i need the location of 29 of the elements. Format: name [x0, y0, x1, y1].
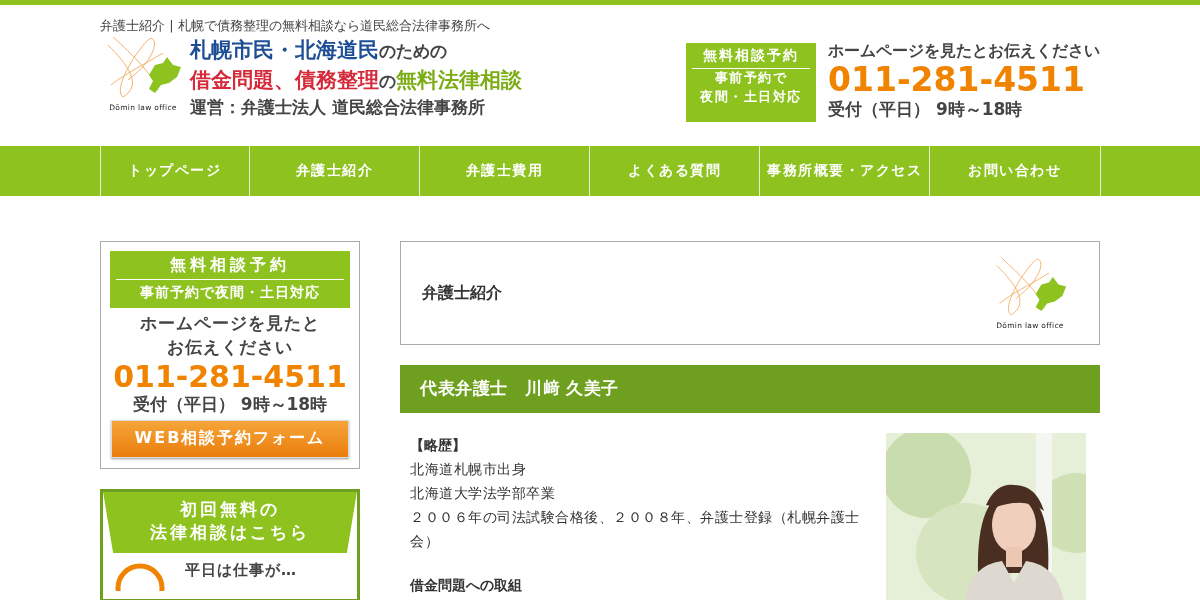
- nav-item[interactable]: よくある質問: [590, 146, 761, 196]
- site-caption: 弁護士紹介 | 札幌で債務整理の無料相談なら道民総合法律事務所へ: [100, 17, 491, 35]
- consult-heading: 初回無料の 法律相談はこちら: [103, 491, 357, 554]
- nav-item[interactable]: お問い合わせ: [930, 146, 1101, 196]
- section-subheading: 借金問題への取組: [410, 576, 523, 596]
- profile-line: ２００６年の司法試験合格後、２００８年、弁護士登録（札幌弁護士会）: [410, 508, 861, 552]
- web-reservation-button[interactable]: WEB相談予約フォーム: [111, 419, 349, 458]
- office-hours: 受付（平日） 9時～18時: [828, 98, 1024, 122]
- nav-item[interactable]: 弁護士紹介: [249, 146, 420, 196]
- banner-title: 無料相談予約: [116, 255, 344, 280]
- profile-heading: 代表弁護士 川﨑 久美子: [400, 365, 1100, 413]
- nav-item[interactable]: 事務所概要・アクセス: [760, 146, 931, 196]
- phone-number: 011-281-4511: [828, 62, 1086, 99]
- phone-number: 011-281-4511: [113, 359, 347, 393]
- profile-line: 北海道札幌市出身: [410, 460, 527, 480]
- tagline: 札幌市民・北海道民のための: [190, 37, 448, 64]
- reservation-badge: 無料相談予約 事前予約で 夜間・土日対応: [686, 43, 816, 122]
- page-title: 弁護士紹介: [422, 282, 502, 304]
- operator-text: 運営：弁護士法人 道民総合法律事務所: [190, 95, 486, 119]
- contact-note: ホームページを見たとお伝えください: [828, 41, 1100, 62]
- section-label: 【略歴】: [410, 436, 467, 455]
- nav-item[interactable]: トップページ: [100, 146, 250, 196]
- tagline: 借金問題、債務整理の無料法律相談: [190, 67, 522, 95]
- contact-note: ホームページを見たと お伝えください: [140, 312, 320, 359]
- consult-item: 平日は仕事が…: [185, 561, 297, 581]
- nav-item[interactable]: 弁護士費用: [419, 146, 591, 196]
- profile-line: 北海道大学法学部卒業: [410, 484, 556, 504]
- banner-subtitle: 事前予約で夜間・土日対応: [140, 283, 320, 302]
- office-hours: 受付（平日） 9時～18時: [132, 392, 328, 416]
